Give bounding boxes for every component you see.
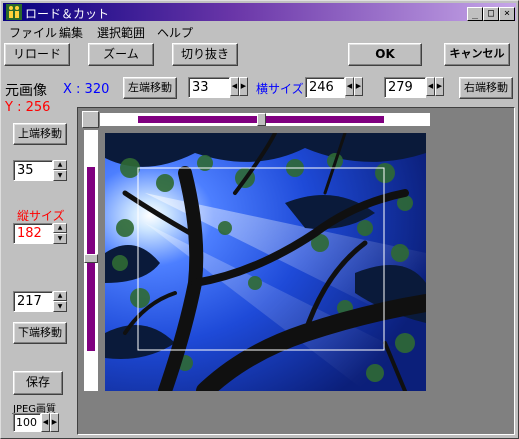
menu-help[interactable]: ヘルプ [157, 24, 193, 41]
top-edge-move-button[interactable]: 上端移動 [13, 123, 67, 145]
right-edge-increment-icon[interactable]: ▶ [435, 77, 444, 96]
cut-button[interactable]: 切り抜き [172, 43, 238, 66]
height-up-icon[interactable]: ▲ [53, 223, 67, 233]
height-down-icon[interactable]: ▼ [53, 233, 67, 244]
width-increment-icon[interactable]: ▶ [354, 77, 363, 96]
right-edge-move-button[interactable]: 右端移動 [459, 77, 513, 99]
left-edge-input[interactable]: 33 [188, 77, 230, 98]
menu-file[interactable]: ファイル [9, 24, 57, 41]
jpeg-quality-decrement-icon[interactable]: ◀ [41, 413, 50, 432]
original-y-readout: Y : 256 [5, 100, 51, 115]
minimize-icon[interactable]: _ [467, 7, 483, 21]
menu-edit[interactable]: 編集 [59, 24, 83, 41]
zoom-button[interactable]: ズーム [88, 43, 154, 66]
maximize-icon[interactable]: □ [483, 7, 499, 21]
horizontal-range-slider[interactable] [99, 112, 431, 127]
horizontal-slider-thumb[interactable] [257, 113, 266, 126]
title-bar[interactable]: ロード＆カット _ □ × [3, 3, 516, 21]
slider-corner [82, 111, 99, 128]
main-window: ロード＆カット _ □ × ファイル 編集 選択範囲 ヘルプ リロード ズーム … [0, 0, 519, 439]
height-input[interactable]: 182 [13, 223, 53, 244]
top-edge-input[interactable]: 35 [13, 160, 53, 181]
reload-button[interactable]: リロード [4, 43, 70, 66]
window-title: ロード＆カット [25, 7, 110, 21]
right-edge-input[interactable]: 279 [384, 77, 426, 98]
original-x-readout: X : 320 [63, 82, 110, 97]
app-icon [6, 4, 22, 20]
width-input[interactable]: 246 [305, 77, 345, 98]
vertical-slider-thumb[interactable] [84, 254, 98, 263]
bottom-edge-move-button[interactable]: 下端移動 [13, 322, 67, 344]
width-label: 横サイズ [256, 82, 304, 96]
menu-bar: ファイル 編集 選択範囲 ヘルプ [3, 22, 516, 40]
left-edge-increment-icon[interactable]: ▶ [239, 77, 248, 96]
width-decrement-icon[interactable]: ◀ [345, 77, 354, 96]
cancel-button[interactable]: キャンセル [444, 43, 510, 66]
left-edge-decrement-icon[interactable]: ◀ [230, 77, 239, 96]
bottom-edge-up-icon[interactable]: ▲ [53, 291, 67, 301]
top-edge-down-icon[interactable]: ▼ [53, 170, 67, 181]
preview-image [105, 133, 426, 391]
vertical-range-slider[interactable] [83, 129, 99, 392]
jpeg-quality-increment-icon[interactable]: ▶ [50, 413, 59, 432]
ok-button[interactable]: OK [348, 43, 422, 66]
close-icon[interactable]: × [499, 7, 515, 21]
jpeg-quality-input[interactable]: 100 [13, 413, 41, 432]
height-label: 縦サイズ [17, 209, 65, 223]
save-button[interactable]: 保存 [13, 371, 63, 395]
bottom-edge-down-icon[interactable]: ▼ [53, 301, 67, 312]
menu-selection[interactable]: 選択範囲 [97, 24, 145, 41]
original-image-label: 元画像 [5, 83, 47, 99]
left-edge-move-button[interactable]: 左端移動 [123, 77, 177, 99]
bottom-edge-input[interactable]: 217 [13, 291, 53, 312]
right-edge-decrement-icon[interactable]: ◀ [426, 77, 435, 96]
top-edge-up-icon[interactable]: ▲ [53, 160, 67, 170]
